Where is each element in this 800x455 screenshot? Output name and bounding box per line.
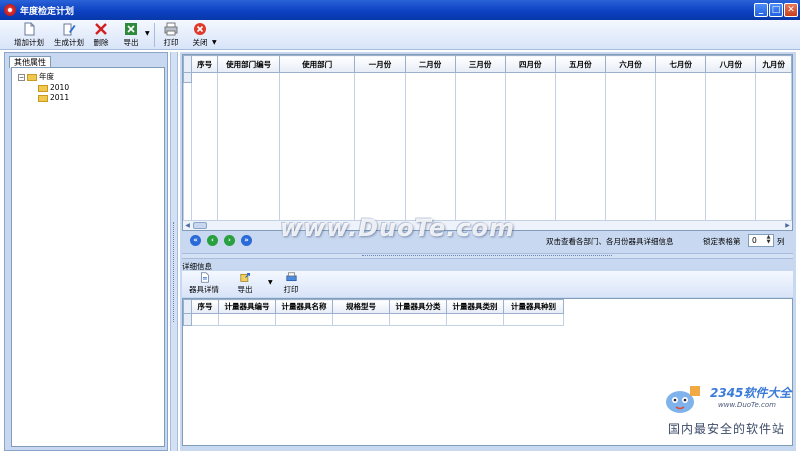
tree-node-root[interactable]: − 年度 [18,72,54,82]
row-header[interactable] [183,313,192,326]
close-circle-icon [194,23,206,35]
lock-columns-label: 锁定表格第 [703,237,741,246]
splitter-grip[interactable] [173,222,176,322]
detail-export-dropdown-icon[interactable]: ▼ [268,279,273,286]
column-header[interactable]: 计量器具分类 [389,299,447,314]
generate-plan-button[interactable]: 生成计划 [52,22,86,48]
toolbar-separator [154,23,155,47]
minimize-button[interactable]: _ [754,3,768,17]
column-header[interactable]: 计量器具编号 [218,299,276,314]
column-header[interactable]: 三月份 [454,55,506,73]
excel-icon [125,23,137,35]
tree-node-2011[interactable]: 2011 [38,93,69,103]
plan-grid: 序号 使用部门编号 使用部门 一月份 二月份 三月份 四月份 五月份 六月份 七… [182,54,793,231]
edit-document-icon [63,23,76,36]
next-record-icon[interactable]: › [224,235,235,246]
column-header[interactable]: 一月份 [354,55,406,73]
main-toolbar: 增加计划 生成计划 删除 导出 ▼ 打印 关闭 ▼ [0,20,800,50]
mascot-icon [666,386,700,413]
brand-slogan: 国内最安全的软件站 [668,422,786,436]
plan-table: 序号 使用部门编号 使用部门 一月份 二月份 三月份 四月份 五月份 六月份 七… [183,55,792,221]
column-header[interactable]: 计量器具类别 [446,299,504,314]
close-window-button[interactable]: ✕ [784,3,798,17]
last-record-icon[interactable]: » [241,235,252,246]
folder-icon [27,73,37,81]
column-header[interactable]: 使用部门编号 [217,55,280,73]
close-button[interactable]: 关闭 [189,22,211,48]
column-header[interactable]: 九月份 [755,55,792,73]
vertical-splitter[interactable] [170,52,178,451]
folder-icon [38,84,48,92]
delete-x-icon [95,23,107,35]
printer-icon [285,272,297,282]
scroll-thumb[interactable] [193,222,207,229]
splitter-grip[interactable] [362,255,612,257]
hint-text: 双击查看各部门、各月份器具详细信息 [546,237,674,246]
scroll-left-icon[interactable]: ◀ [183,221,192,230]
column-header[interactable]: 序号 [191,299,219,314]
brand-url: www.DuoTe.com [718,401,776,409]
site-watermark: 2345软件大全 www.DuoTe.com 国内最安全的软件站 [658,380,798,450]
row-header-corner [183,299,192,314]
column-header[interactable]: 二月份 [404,55,456,73]
printer-icon [164,22,178,36]
title-bar: 年度检定计划 _ □ ✕ [0,0,800,20]
collapse-icon[interactable]: − [18,73,25,81]
new-document-icon [24,22,35,36]
column-header[interactable]: 规格型号 [332,299,390,314]
duote-watermark: www.DuoTe.com [280,214,515,242]
detail-export-button[interactable]: 导出 [234,272,256,298]
export-button[interactable]: 导出 [120,22,142,48]
detail-toolbar: 器具详情 导出 ▼ 打印 [182,271,793,297]
horizontal-splitter[interactable] [182,253,793,259]
tree-view: − 年度 2010 2011 [11,67,165,447]
left-panel: 其他属性 − 年度 2010 2011 [4,52,168,451]
column-header[interactable]: 计量器具种别 [503,299,564,314]
spin-arrows-icon[interactable]: ▲ ▼ [764,235,773,246]
folder-icon [38,94,48,102]
app-icon [4,4,16,16]
column-header[interactable]: 计量器具名称 [275,299,333,314]
maximize-button[interactable]: □ [769,3,783,17]
column-header[interactable]: 序号 [190,55,219,73]
print-button[interactable]: 打印 [160,22,182,48]
column-header[interactable]: 四月份 [504,55,556,73]
scroll-right-icon[interactable]: ▶ [783,221,792,230]
instrument-detail-button[interactable]: 器具详情 [188,272,220,298]
detail-print-button[interactable]: 打印 [280,272,302,298]
close-dropdown-icon[interactable]: ▼ [212,39,217,46]
row-header[interactable] [183,72,192,83]
export-dropdown-icon[interactable]: ▼ [145,30,150,37]
column-header[interactable]: 五月份 [554,55,606,73]
previous-record-icon[interactable]: ‹ [207,235,218,246]
add-plan-button[interactable]: 增加计划 [12,22,46,48]
row-header-corner [183,55,192,73]
detail-document-icon [200,272,209,283]
column-header[interactable]: 六月份 [604,55,657,73]
window-title: 年度检定计划 [20,7,75,17]
brand-text: 2345软件大全 [710,386,792,400]
column-header[interactable]: 八月份 [705,55,757,73]
export-icon [239,273,250,282]
lock-columns-unit: 列 [777,237,785,246]
delete-button[interactable]: 删除 [90,22,112,48]
lock-columns-stepper[interactable]: 0 ▲ ▼ [748,234,774,247]
first-record-icon[interactable]: « [190,235,201,246]
column-header[interactable]: 使用部门 [278,55,356,73]
column-header[interactable]: 七月份 [655,55,707,73]
tree-node-2010[interactable]: 2010 [38,83,69,93]
detail-table: 序号 计量器具编号 计量器具名称 规格型号 计量器具分类 计量器具类别 计量器具… [183,299,564,326]
